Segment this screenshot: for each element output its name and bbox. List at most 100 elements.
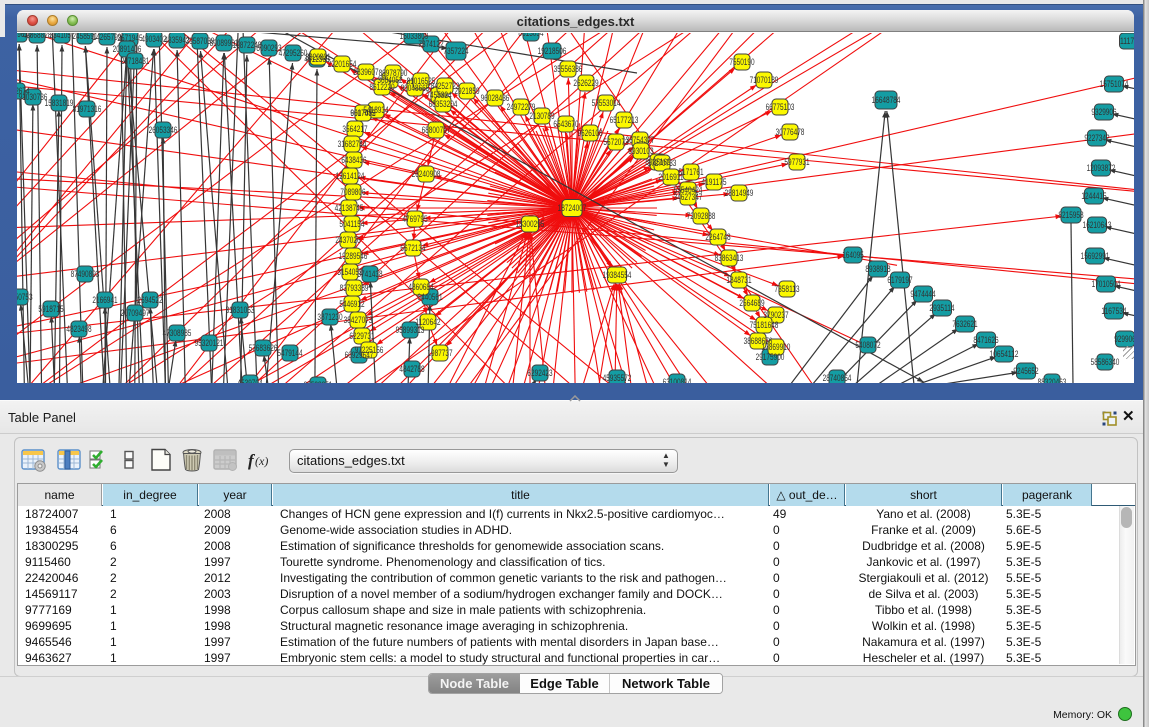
svg-text:1848731: 1848731 [726,275,751,285]
svg-text:16648784: 16648784 [872,95,901,105]
svg-text:68800797: 68800797 [422,125,451,135]
svg-text:5977931: 5977931 [784,157,809,167]
svg-text:8813054: 8813054 [518,33,543,38]
svg-text:9626108: 9626108 [577,128,602,138]
svg-text:2839607: 2839607 [353,67,378,77]
svg-text:9329906: 9329906 [1091,107,1116,117]
svg-text:19218506: 19218506 [538,46,567,56]
svg-text:35556386: 35556386 [554,64,583,74]
svg-text:88320463: 88320463 [1038,377,1067,383]
svg-text:31831063: 31831063 [226,305,255,315]
svg-text:19384554: 19384554 [603,270,632,280]
svg-text:7357224: 7357224 [443,46,468,56]
svg-text:34627347: 34627347 [674,192,703,202]
svg-text:2921859: 2921859 [454,86,479,96]
svg-text:20891406: 20891406 [113,44,142,54]
svg-text:2166941: 2166941 [92,295,117,305]
svg-text:91030736: 91030736 [19,92,48,102]
svg-text:6292423: 6292423 [527,368,552,378]
svg-text:6440561: 6440561 [417,292,442,302]
svg-text:17270733: 17270733 [648,158,677,168]
svg-text:12614124: 12614124 [336,171,365,181]
svg-text:2264748: 2264748 [705,232,730,242]
svg-text:26240908: 26240908 [412,169,441,179]
svg-text:18724007: 18724007 [558,203,587,213]
svg-text:7550190: 7550190 [729,57,754,67]
svg-text:7632621: 7632621 [952,319,977,329]
svg-text:6672134: 6672134 [400,243,425,253]
svg-text:2571945: 2571945 [117,33,142,43]
svg-text:30776478: 30776478 [776,127,805,137]
svg-text:20709497: 20709497 [121,308,150,318]
svg-text:9245652: 9245652 [1013,366,1038,376]
svg-text:5446912: 5446912 [339,299,364,309]
svg-text:23718431: 23718431 [121,56,150,66]
svg-text:3871230: 3871230 [317,312,342,322]
svg-text:58586340: 58586340 [1091,357,1120,367]
svg-text:17869910: 17869910 [762,342,791,352]
svg-text:2437026: 2437026 [335,235,360,245]
svg-text:68353204: 68353204 [429,99,458,109]
svg-text:1167534: 1167534 [1101,306,1126,316]
svg-text:(x): (x) [255,454,268,468]
svg-text:26053346: 26053346 [149,125,178,135]
svg-text:42868828: 42868828 [23,33,52,40]
svg-text:7350753: 7350753 [17,292,33,302]
svg-text:12093872: 12093872 [1087,163,1116,173]
svg-text:164095: 164095 [842,250,864,260]
svg-text:22201654: 22201654 [328,59,357,69]
svg-text:57553014: 57553014 [592,98,621,108]
svg-text:1987737: 1987737 [427,348,452,358]
svg-text:5041154: 5041154 [339,219,364,229]
svg-text:6179197: 6179197 [887,275,912,285]
svg-text:7089806: 7089806 [340,187,365,197]
svg-text:65177213: 65177213 [610,115,639,125]
svg-text:3341057: 3341057 [49,33,74,40]
svg-text:8215958: 8215958 [1058,210,1083,220]
svg-text:10654112: 10654112 [990,349,1019,359]
svg-text:38754377: 38754377 [626,135,655,145]
svg-text:31682744: 31682744 [338,139,367,149]
svg-text:15692991: 15692991 [1081,251,1110,261]
svg-text:72092888: 72092888 [687,211,716,221]
svg-text:16210643: 16210643 [1083,220,1112,230]
svg-text:18300295: 18300295 [516,219,545,229]
svg-text:4860684: 4860684 [408,282,433,292]
svg-text:4842788: 4842788 [399,364,424,374]
svg-text:42138745: 42138745 [335,203,364,213]
svg-text:71070189: 71070189 [750,75,779,85]
svg-text:89978790: 89978790 [379,68,408,78]
svg-text:4191175: 4191175 [701,177,726,187]
svg-text:28740864: 28740864 [823,373,852,383]
svg-text:1244415: 1244415 [1081,191,1106,201]
svg-text:6543670: 6543670 [553,119,578,129]
svg-text:4823498: 4823498 [66,324,91,334]
svg-text:7374122: 7374122 [418,39,443,49]
svg-text:4903402: 4903402 [141,34,166,44]
svg-text:17010504: 17010504 [1092,279,1121,289]
svg-text:19289546: 19289546 [339,251,368,261]
svg-text:57683626: 57683626 [249,343,278,353]
svg-text:47308985: 47308985 [163,328,192,338]
svg-text:5171761: 5171761 [678,167,703,177]
svg-text:28814949: 28814949 [725,188,754,198]
svg-text:45935572: 45935572 [603,373,632,383]
svg-text:6229731: 6229731 [349,331,374,341]
svg-text:3790237: 3790237 [763,310,788,320]
svg-text:2130789: 2130789 [529,111,554,121]
svg-text:11175: 11175 [1120,36,1134,46]
svg-text:97225156: 97225156 [355,345,384,355]
svg-text:63100814: 63100814 [663,377,692,383]
svg-text:66775103: 66775103 [766,102,795,112]
svg-text:83793389: 83793389 [340,283,369,293]
svg-text:9227342: 9227342 [1084,133,1109,143]
svg-text:8938918: 8938918 [865,264,890,274]
svg-text:6007072: 6007072 [350,108,375,118]
svg-text:4539704: 4539704 [237,378,262,383]
svg-text:5918715: 5918715 [38,304,63,314]
svg-text:2694522: 2694522 [137,295,162,305]
svg-text:6438436: 6438436 [341,155,366,165]
svg-text:7358113: 7358113 [774,284,799,294]
svg-text:83863413: 83863413 [715,253,744,263]
svg-text:95320121: 95320121 [195,338,224,348]
